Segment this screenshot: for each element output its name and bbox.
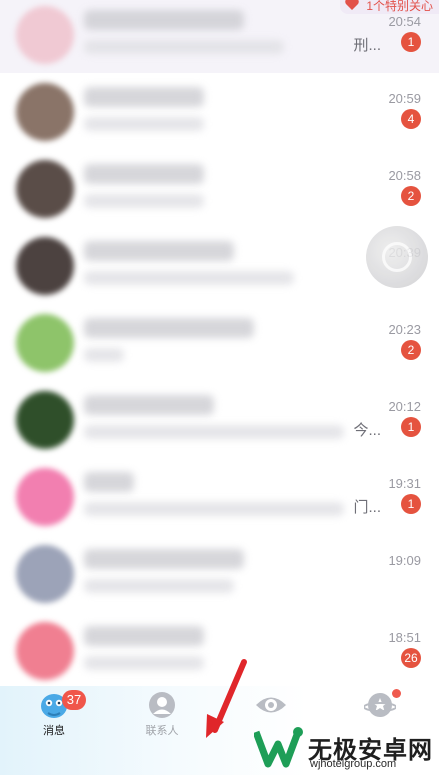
messages-unread-badge: 37 (62, 690, 86, 710)
message-snippet: 刑... (353, 37, 381, 54)
special-care-label: 1个特别关心 (366, 0, 433, 13)
avatar[interactable] (16, 545, 74, 603)
contact-name-blurred (84, 626, 204, 646)
message-preview-blurred (84, 656, 204, 670)
message-preview-blurred (84, 40, 284, 54)
avatar[interactable] (16, 237, 74, 295)
message-snippet: 门... (353, 499, 381, 516)
watermark: 无极安卓网 wjhotelgroup.com (252, 724, 439, 775)
unread-badge: 4 (401, 109, 421, 129)
tab-contacts[interactable]: 联系人 (122, 690, 202, 740)
conversation-row[interactable]: 18:51 26 (0, 612, 439, 686)
unread-badge: 1 (401, 494, 421, 514)
eye-icon (256, 697, 286, 713)
message-preview-blurred (84, 348, 124, 362)
avatar[interactable] (16, 83, 74, 141)
avatar[interactable] (16, 314, 74, 372)
message-preview-blurred (84, 425, 344, 439)
message-preview-blurred (84, 579, 234, 593)
message-time: 20:58 (388, 168, 421, 183)
contact-name-blurred (84, 87, 204, 107)
message-time: 19:31 (388, 476, 421, 491)
special-care-banner[interactable]: 1个特别关心 (340, 0, 439, 14)
moments-red-dot (392, 689, 401, 698)
conversation-row[interactable]: 20:58 2 (0, 150, 439, 227)
avatar[interactable] (16, 391, 74, 449)
contact-name-blurred (84, 164, 204, 184)
contact-name-blurred (84, 395, 214, 415)
message-preview-blurred (84, 502, 344, 516)
floating-ball[interactable] (366, 226, 428, 288)
contact-name-blurred (84, 549, 244, 569)
tab-messages-label: 消息 (43, 725, 65, 737)
conversation-row[interactable]: 20:23 2 (0, 304, 439, 381)
unread-badge: 2 (401, 340, 421, 360)
contacts-icon (149, 692, 175, 718)
contact-name-blurred (84, 10, 244, 30)
unread-badge: 1 (401, 417, 421, 437)
message-time: 20:59 (388, 91, 421, 106)
contact-name-blurred (84, 241, 234, 261)
unread-badge: 1 (401, 32, 421, 52)
contact-name-blurred (84, 318, 254, 338)
avatar[interactable] (16, 622, 74, 680)
message-preview-blurred (84, 117, 204, 131)
message-time: 18:51 (388, 630, 421, 645)
conversation-list[interactable]: 20:54刑...120:59420:58220:3920:23220:12今.… (0, 0, 439, 686)
message-time: 19:09 (388, 553, 421, 568)
conversation-row[interactable]: 20:59 4 (0, 73, 439, 150)
message-preview-blurred (84, 194, 204, 208)
watermark-logo-icon (252, 727, 303, 768)
tab-contacts-label: 联系人 (145, 725, 179, 737)
message-preview-blurred (84, 271, 294, 285)
watermark-url: wjhotelgroup.com (310, 758, 397, 770)
message-time: 20:23 (388, 322, 421, 337)
heart-icon (345, 0, 360, 10)
avatar[interactable] (16, 6, 74, 64)
floating-ball-ring (382, 242, 412, 272)
avatar[interactable] (16, 160, 74, 218)
message-snippet: 今... (353, 422, 381, 439)
conversation-row[interactable]: 20:12 今... 1 (0, 381, 439, 458)
conversation-row[interactable]: 19:09 (0, 535, 439, 612)
unread-badge: 2 (401, 186, 421, 206)
message-time: 20:12 (388, 399, 421, 414)
unread-badge: 26 (401, 648, 421, 668)
message-time: 20:54 (388, 14, 421, 29)
avatar[interactable] (16, 468, 74, 526)
contact-name-blurred (84, 472, 134, 492)
conversation-row[interactable]: 19:31 门... 1 (0, 458, 439, 535)
